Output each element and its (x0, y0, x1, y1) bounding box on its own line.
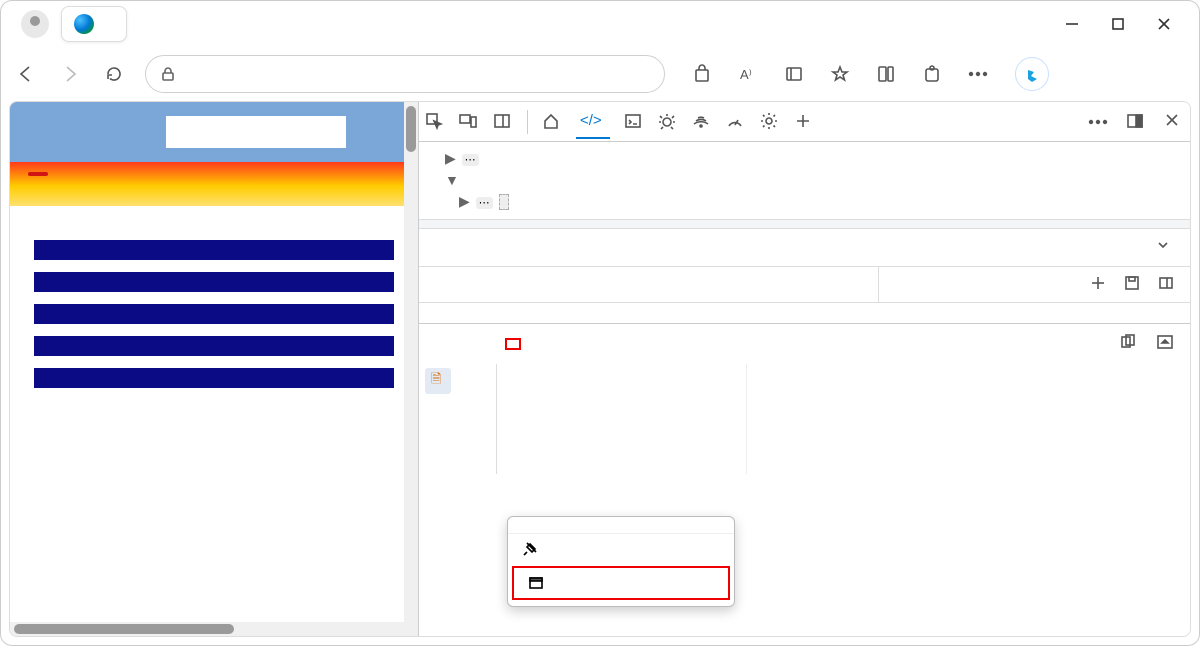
save-icon[interactable] (1124, 275, 1144, 295)
drawer-tab-issues[interactable] (469, 338, 477, 350)
close-button[interactable] (1157, 17, 1171, 31)
svg-text:A⁾: A⁾ (740, 67, 752, 82)
filter-hint (878, 267, 1078, 302)
welcome-icon[interactable] (542, 112, 562, 132)
bug-icon[interactable] (658, 112, 678, 132)
sidebar-item-sheep[interactable] (34, 304, 394, 324)
browser-tab[interactable] (61, 6, 127, 42)
console-icon[interactable] (624, 112, 644, 132)
drawer-dock-icon[interactable] (1156, 334, 1176, 354)
unpin-icon (522, 541, 538, 557)
read-aloud-icon[interactable]: A⁾ (737, 63, 759, 85)
lock-icon (160, 66, 176, 82)
menu-title (508, 521, 734, 534)
new-rule-icon[interactable] (1090, 275, 1110, 295)
styles-tabbar (419, 229, 1190, 267)
page-scrollbar-horizontal[interactable] (10, 622, 404, 636)
dom-breadcrumb[interactable] (419, 219, 1190, 229)
changes-files: 🗎 (419, 364, 497, 474)
forward-button[interactable] (57, 61, 83, 87)
context index-menu (507, 516, 735, 607)
tab-elements[interactable]: </> (576, 104, 610, 139)
inspect-icon[interactable] (425, 112, 445, 132)
window-titlebar (1, 1, 1199, 47)
sidebar-item-alpaca[interactable] (34, 368, 394, 388)
styles-filter-row (419, 267, 1190, 303)
browser-toolbar: A⁾ (1, 47, 1199, 101)
page-viewport (10, 102, 418, 636)
maximize-button[interactable] (1111, 17, 1125, 31)
extensions-icon[interactable] (921, 63, 943, 85)
sidebar-item-cat[interactable] (34, 240, 394, 260)
chevron-down-icon[interactable] (1156, 238, 1176, 258)
panel-top-icon (528, 575, 544, 591)
changes-diff[interactable] (747, 364, 1190, 474)
network-icon[interactable] (692, 112, 712, 132)
line-gutter (717, 364, 747, 474)
more-tools-icon[interactable] (1088, 112, 1108, 132)
drawer-tabbar (419, 324, 1190, 364)
file-chip[interactable]: 🗎 (425, 368, 451, 394)
profile-avatar[interactable] (21, 10, 49, 38)
flex-badge[interactable] (499, 194, 509, 210)
close-devtools-icon[interactable] (1164, 112, 1184, 132)
drawer-tab-console[interactable] (433, 338, 441, 350)
nav-home[interactable] (28, 172, 48, 176)
sidebar-item-dog[interactable] (34, 272, 394, 292)
refresh-button[interactable] (101, 61, 127, 87)
compute-icon[interactable] (1158, 275, 1178, 295)
animal-sidebar (10, 206, 418, 422)
more-icon[interactable] (967, 63, 989, 85)
dom-tree[interactable]: ▶ ⋯ ▼ ▶ ⋯ (419, 142, 1190, 219)
edge-icon (74, 14, 94, 34)
add-tab-icon[interactable] (794, 112, 814, 132)
menu-move-to-top[interactable] (512, 566, 730, 600)
minimize-button[interactable] (1065, 17, 1079, 31)
address-bar[interactable] (145, 55, 665, 93)
search-input[interactable] (166, 116, 346, 148)
dock-icon[interactable] (1126, 112, 1146, 132)
star-icon[interactable] (829, 63, 851, 85)
panel-icon[interactable] (493, 112, 513, 132)
shopping-icon[interactable] (691, 63, 713, 85)
sidebar-item-horse[interactable] (34, 336, 394, 356)
back-button[interactable] (13, 61, 39, 87)
bing-button[interactable] (1015, 57, 1049, 91)
secondary-nav (10, 186, 418, 206)
gear-icon[interactable] (760, 112, 780, 132)
styles-pane[interactable] (419, 303, 1190, 323)
menu-remove[interactable] (508, 534, 734, 564)
primary-nav (10, 162, 418, 186)
performance-icon[interactable] (726, 112, 746, 132)
drawer-copy-icon[interactable] (1120, 334, 1140, 354)
drawer-tab-changes[interactable] (505, 338, 521, 350)
collections-icon[interactable] (875, 63, 897, 85)
page-scrollbar-vertical[interactable] (404, 102, 418, 636)
favorites-icon[interactable] (783, 63, 805, 85)
drawer: 🗎 (419, 323, 1190, 474)
file-icon: 🗎 (431, 370, 441, 392)
devtools-tabbar: </> (419, 102, 1190, 142)
device-icon[interactable] (459, 112, 479, 132)
page-header (10, 102, 418, 162)
